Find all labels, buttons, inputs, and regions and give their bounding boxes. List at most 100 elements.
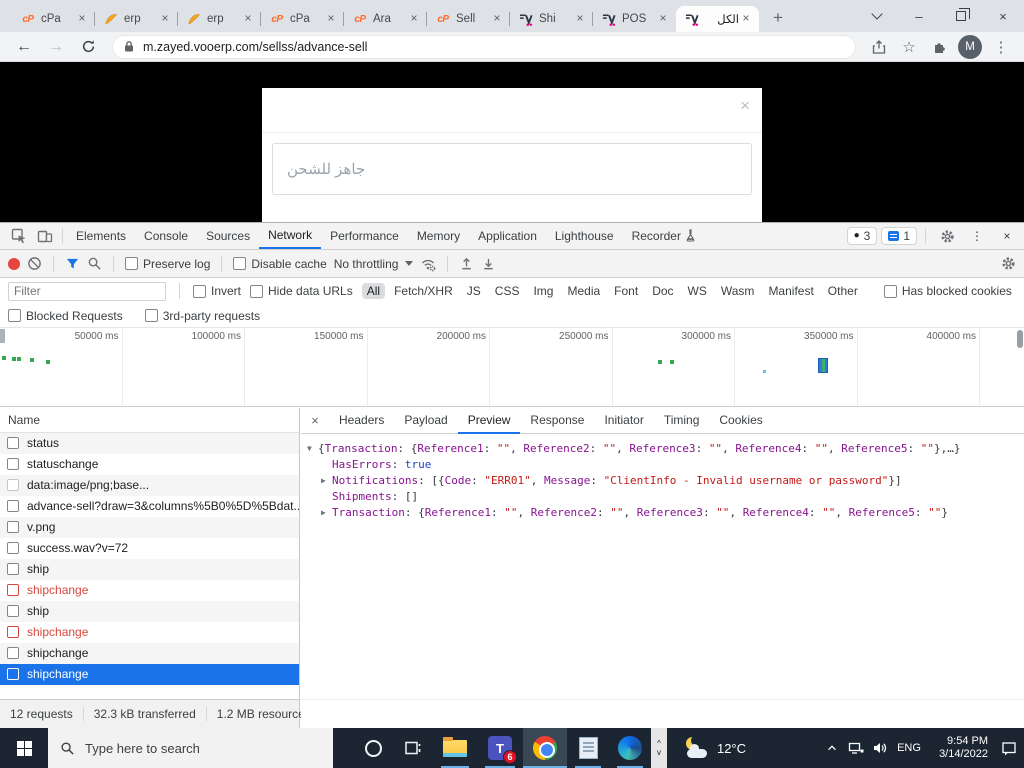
request-checkbox[interactable] (7, 458, 19, 470)
request-mark[interactable] (763, 370, 766, 373)
blocked-requests-toggle[interactable]: Blocked Requests (8, 309, 123, 323)
detail-close-button[interactable]: × (301, 413, 329, 428)
error-badge[interactable]: ● 3 (847, 227, 878, 245)
profile-avatar[interactable]: M (958, 35, 982, 59)
disable-cache-toggle[interactable]: Disable cache (233, 257, 326, 271)
request-row[interactable]: v.png (0, 517, 299, 538)
checkbox[interactable] (884, 285, 897, 298)
detail-tab-headers[interactable]: Headers (329, 408, 394, 434)
request-mark[interactable] (17, 357, 21, 361)
devtools-tab-sources[interactable]: Sources (197, 223, 259, 249)
hide-data-urls-toggle[interactable]: Hide data URLs (250, 284, 353, 298)
preview-line[interactable]: ▼{Transaction: {Reference1: "", Referenc… (307, 441, 1018, 457)
filter-input[interactable] (8, 282, 166, 301)
request-checkbox[interactable] (7, 626, 19, 638)
tab-close-icon[interactable]: × (324, 12, 338, 26)
filter-chip-img[interactable]: Img (528, 283, 558, 299)
expand-arrow-icon[interactable]: ▶ (321, 473, 332, 489)
network-tray-button[interactable] (844, 728, 868, 768)
filter-chip-all[interactable]: All (362, 283, 385, 299)
detail-tab-preview[interactable]: Preview (458, 408, 521, 434)
filter-chip-media[interactable]: Media (562, 283, 605, 299)
taskbar-scroll-arrows[interactable]: ^ v (651, 728, 667, 768)
language-indicator[interactable]: ENG (892, 742, 926, 754)
request-mark[interactable] (670, 360, 674, 364)
has-blocked-cookies-toggle[interactable]: Has blocked cookies (884, 284, 1012, 298)
checkbox[interactable] (193, 285, 206, 298)
clear-button[interactable] (27, 256, 42, 271)
preview-line[interactable]: ▶Notifications: [{Code: "ERR01", Message… (307, 473, 1018, 489)
request-mark[interactable] (46, 360, 50, 364)
browser-tab[interactable]: cPcPa× (12, 6, 95, 32)
request-row[interactable]: statuschange (0, 454, 299, 475)
devtools-tab-lighthouse[interactable]: Lighthouse (546, 223, 623, 249)
request-row[interactable]: data:image/png;base... (0, 475, 299, 496)
hidden-icons-button[interactable] (820, 728, 844, 768)
browser-tab[interactable]: POS× (593, 6, 676, 32)
request-row[interactable]: shipchange (0, 664, 299, 685)
devtools-tab-network[interactable]: Network (259, 223, 321, 249)
request-checkbox[interactable] (7, 605, 19, 617)
tab-close-icon[interactable]: × (490, 12, 504, 26)
network-overview-timeline[interactable]: 50000 ms100000 ms150000 ms200000 ms25000… (0, 327, 1024, 407)
shipping-status-input[interactable]: جاهز للشحن (272, 143, 752, 195)
tab-close-icon[interactable]: × (739, 12, 753, 26)
selected-request-mark[interactable] (818, 358, 828, 373)
cortana-button[interactable] (353, 728, 393, 768)
filter-chip-wasm[interactable]: Wasm (716, 283, 760, 299)
checkbox[interactable] (145, 309, 158, 322)
address-bar[interactable]: m.zayed.vooerp.com/sellss/advance-sell (112, 35, 856, 59)
request-table-header[interactable]: Name (0, 408, 299, 433)
inspect-element-button[interactable] (6, 223, 32, 249)
minimize-button[interactable]: – (898, 0, 940, 32)
devtools-tab-application[interactable]: Application (469, 223, 546, 249)
request-checkbox[interactable] (7, 563, 19, 575)
weather-widget[interactable]: 12°C (667, 728, 763, 768)
tab-close-icon[interactable]: × (656, 12, 670, 26)
browser-tab[interactable]: cPcPa× (261, 6, 344, 32)
issues-badge[interactable]: 1 (881, 227, 917, 245)
request-row[interactable]: ship (0, 601, 299, 622)
request-mark[interactable] (30, 358, 34, 362)
request-row[interactable]: ship (0, 559, 299, 580)
taskbar-search[interactable]: Type here to search (48, 728, 333, 768)
preserve-log-toggle[interactable]: Preserve log (125, 257, 210, 271)
forward-button[interactable]: → (43, 34, 69, 60)
request-checkbox[interactable] (7, 668, 19, 680)
close-window-button[interactable]: × (982, 0, 1024, 32)
devtools-tab-recorder[interactable]: Recorder (623, 223, 705, 249)
back-button[interactable]: ← (11, 34, 37, 60)
request-row[interactable]: success.wav?v=72 (0, 538, 299, 559)
filter-button[interactable] (65, 256, 80, 271)
browser-tab[interactable]: cPAra× (344, 6, 427, 32)
detail-tab-initiator[interactable]: Initiator (594, 408, 653, 434)
browser-tab[interactable]: cPSell× (427, 6, 510, 32)
request-row[interactable]: shipchange (0, 643, 299, 664)
checkbox[interactable] (250, 285, 263, 298)
search-button[interactable] (87, 256, 102, 271)
expand-arrow-icon[interactable]: ▶ (321, 505, 332, 521)
checkbox[interactable] (125, 257, 138, 270)
tab-close-icon[interactable]: × (75, 12, 89, 26)
file-explorer-button[interactable] (433, 728, 477, 768)
tab-close-icon[interactable]: × (407, 12, 421, 26)
devtools-menu-button[interactable]: ⋮ (964, 223, 990, 249)
filter-chip-manifest[interactable]: Manifest (763, 283, 818, 299)
edge-button[interactable] (609, 728, 651, 768)
maximize-button[interactable] (940, 0, 982, 32)
task-view-button[interactable] (393, 728, 433, 768)
timeline-scrollbar[interactable] (1017, 330, 1023, 348)
request-checkbox[interactable] (7, 584, 19, 596)
expand-arrow-icon[interactable]: ▼ (307, 441, 318, 457)
throttling-select[interactable]: No throttling (334, 257, 414, 271)
detail-tab-cookies[interactable]: Cookies (709, 408, 772, 434)
filter-chip-fetchxhr[interactable]: Fetch/XHR (389, 283, 458, 299)
tab-close-icon[interactable]: × (158, 12, 172, 26)
filter-chip-font[interactable]: Font (609, 283, 643, 299)
browser-tab[interactable]: الكل× (676, 6, 759, 32)
request-row[interactable]: advance-sell?draw=3&columns%5B0%5D%5Bdat… (0, 496, 299, 517)
request-checkbox[interactable] (7, 500, 19, 512)
filter-chip-css[interactable]: CSS (490, 283, 525, 299)
share-button[interactable] (866, 34, 892, 60)
notepad-button[interactable] (567, 728, 609, 768)
